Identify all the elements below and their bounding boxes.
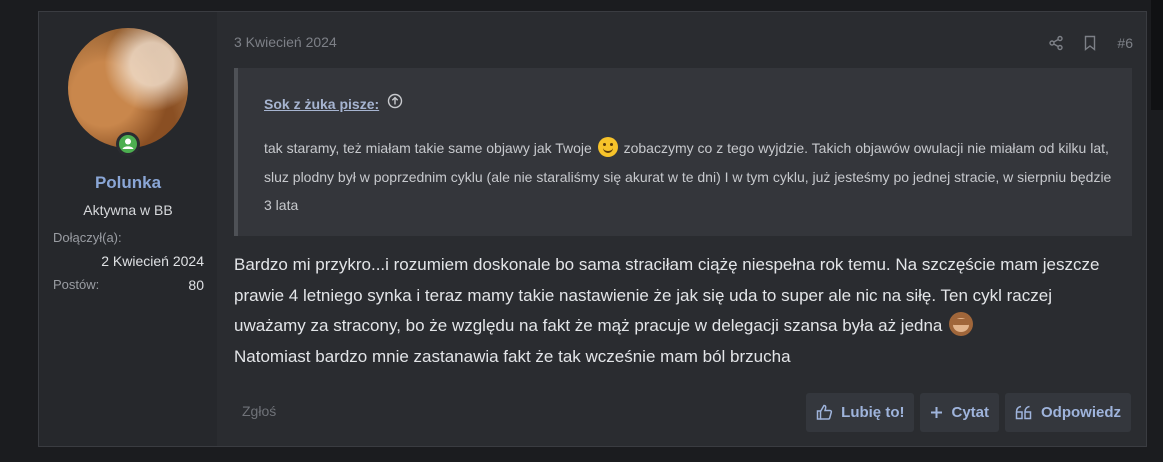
share-icon[interactable] [1045, 32, 1067, 54]
plus-icon [930, 406, 943, 419]
reply-button[interactable]: Odpowiedz [1005, 393, 1131, 432]
joined-label: Dołączył(a): [53, 230, 122, 245]
see-no-evil-monkey-emoji [949, 312, 974, 336]
message-text-end: Natomiast bardzo mnie zastanawia fakt że… [234, 346, 791, 366]
report-link[interactable]: Zgłoś [242, 403, 276, 419]
quote-button[interactable]: Cytat [920, 393, 999, 432]
quote-text-part1: tak staramy, też miałam takie same objaw… [264, 140, 592, 156]
username[interactable]: Polunka [39, 173, 217, 193]
quote-label: Cytat [951, 404, 989, 421]
quote-text: tak staramy, też miałam takie same objaw… [264, 134, 1114, 220]
bookmark-icon[interactable] [1079, 32, 1101, 54]
smiling-face-emoji [597, 137, 618, 157]
like-label: Lubię to! [841, 404, 905, 421]
reply-label: Odpowiedz [1041, 404, 1121, 421]
post-number[interactable]: #6 [1117, 35, 1133, 51]
message-body: Bardzo mi przykro...i rozumiem doskonale… [234, 250, 1124, 372]
posts-label: Postów: [53, 277, 100, 292]
avatar[interactable] [68, 28, 188, 148]
joined-value: 2 Kwiecień 2024 [101, 253, 204, 269]
quote-author-link[interactable]: Sok z żuka pisze: [264, 96, 379, 112]
user-sidebar: Polunka Aktywna w BB Dołączył(a): 2 Kwie… [39, 12, 217, 446]
post-buttons: Lubię to! Cytat Odpowiedz [806, 393, 1131, 432]
message-column: 3 Kwiecień 2024 #6 Sok z żuka pisze: tak… [217, 12, 1146, 446]
forum-post: Polunka Aktywna w BB Dołączył(a): 2 Kwie… [38, 11, 1147, 447]
arrow-up-circle-icon[interactable] [387, 93, 403, 114]
page-edge [1151, 0, 1163, 110]
posts-value: 80 [188, 277, 204, 293]
thumbs-up-icon [816, 404, 833, 421]
quote-marks-icon [1015, 405, 1033, 420]
online-status-icon [116, 132, 140, 156]
post-date[interactable]: 3 Kwiecień 2024 [234, 34, 337, 50]
quote-header: Sok z żuka pisze: [264, 93, 403, 114]
like-button[interactable]: Lubię to! [806, 393, 915, 432]
user-title: Aktywna w BB [83, 202, 173, 218]
quote-block: Sok z żuka pisze: tak staramy, też miała… [234, 68, 1132, 236]
post-actions: #6 [1045, 32, 1133, 54]
